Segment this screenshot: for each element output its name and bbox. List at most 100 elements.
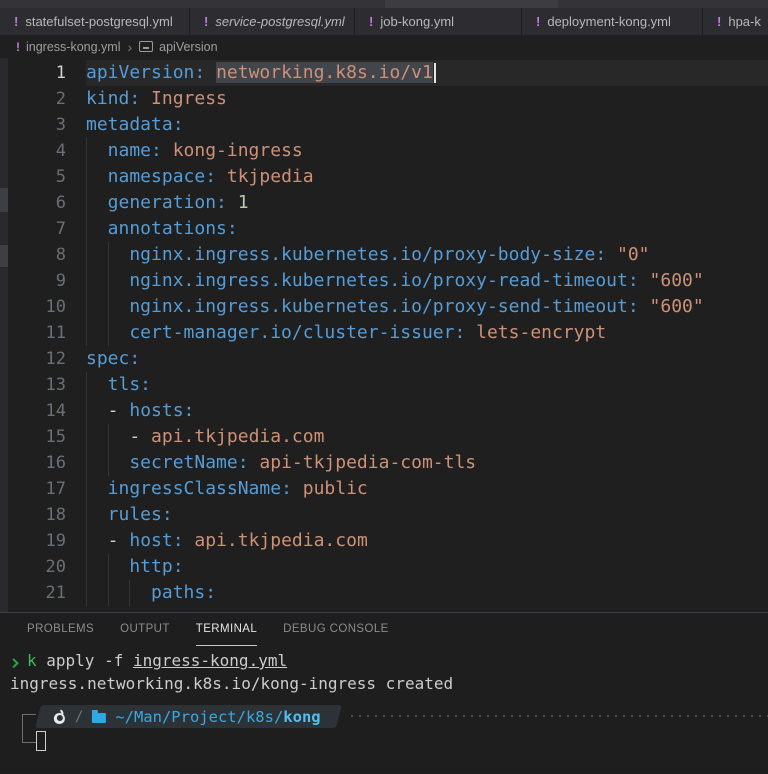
code-text: nginx.ingress.kubernetes.io/proxy-send-t… — [86, 294, 768, 320]
code-line[interactable]: 14- hosts: — [8, 398, 768, 424]
code-token: spec: — [86, 348, 141, 369]
prompt-chevron-icon — [8, 658, 19, 669]
apple-icon — [54, 708, 66, 723]
code-text: - hosts: — [86, 398, 768, 424]
code-line[interactable]: 19- host: api.tkjpedia.com — [8, 528, 768, 554]
line-number[interactable]: 14 — [8, 398, 86, 424]
line-number[interactable]: 19 — [8, 528, 86, 554]
line-number[interactable]: 7 — [8, 216, 86, 242]
line-number[interactable]: 21 — [8, 580, 86, 606]
editor-tab[interactable]: ! statefulset-postgresql.yml — [0, 8, 190, 35]
editor-tab[interactable]: ! deployment-kong.yml — [522, 8, 703, 35]
indent-guide — [86, 528, 108, 554]
indent-guide — [86, 450, 108, 476]
code-token: rules: — [107, 504, 173, 525]
code-line[interactable]: 9 nginx.ingress.kubernetes.io/proxy-read-… — [8, 268, 768, 294]
line-number[interactable]: 13 — [8, 372, 86, 398]
prompt-path-prefix: ~/Man/Project/k8s/ — [115, 707, 284, 725]
code-line[interactable]: 3 metadata: — [8, 112, 768, 138]
editor-tab[interactable]: ! job-kong.yml — [355, 8, 522, 35]
code-line[interactable]: 10 nginx.ingress.kubernetes.io/proxy-send… — [8, 294, 768, 320]
code-line[interactable]: 2 kind: Ingress — [8, 86, 768, 112]
yaml-warning-icon: ! — [717, 14, 722, 29]
terminal-prompt: / ~/Man/Project/k8s/kong — [10, 704, 768, 753]
line-number[interactable]: 11 — [8, 320, 86, 346]
line-number[interactable]: 15 — [8, 424, 86, 450]
line-number[interactable]: 12 — [8, 346, 86, 372]
code-line[interactable]: 11 cert-manager.io/cluster-issuer: lets-e… — [8, 320, 768, 346]
line-number[interactable]: 10 — [8, 294, 86, 320]
panel-tab-terminal[interactable]: TERMINAL — [195, 613, 258, 646]
code-area[interactable]: 1 apiVersion: networking.k8s.io/v1 2 kind: … — [8, 60, 768, 606]
panel-tab-debug-console[interactable]: DEBUG CONSOLE — [283, 613, 389, 646]
indent-guide — [107, 268, 130, 294]
sliver-block — [0, 245, 8, 267]
code-token: networking.k8s.io/v1 — [216, 62, 433, 83]
line-number[interactable]: 1 — [8, 60, 86, 86]
code-line[interactable]: 6 generation: 1 — [8, 190, 768, 216]
code-token: kind: — [86, 88, 141, 109]
editor-tab[interactable]: ! service-postgresql.yml — [190, 8, 355, 35]
code-token: annotations: — [107, 218, 238, 239]
panel-tabbar: PROBLEMS OUTPUT TERMINAL DEBUG CONSOLE — [0, 613, 768, 646]
code-text: http: — [86, 554, 768, 580]
indent-guide — [107, 580, 130, 606]
code-line[interactable]: 4 name: kong-ingress — [8, 138, 768, 164]
code-line[interactable]: 21 paths: — [8, 580, 768, 606]
code-token: ingressClassName: — [107, 478, 292, 499]
terminal-cursor[interactable] — [36, 730, 46, 751]
code-text: annotations: — [86, 216, 768, 242]
code-token: metadata: — [86, 114, 184, 135]
code-text: secretName: api-tkjpedia-com-tls — [86, 450, 768, 476]
indent-guide — [86, 164, 108, 190]
code-line[interactable]: 1 apiVersion: networking.k8s.io/v1 — [8, 60, 768, 86]
line-number[interactable]: 16 — [8, 450, 86, 476]
code-token: paths: — [151, 582, 217, 603]
code-text: - host: api.tkjpedia.com — [86, 528, 768, 554]
code-line[interactable]: 20 http: — [8, 554, 768, 580]
code-line[interactable]: 18 rules: — [8, 502, 768, 528]
breadcrumb-symbol[interactable]: apiVersion — [159, 40, 217, 54]
line-number[interactable]: 2 — [8, 86, 86, 112]
terminal[interactable]: k apply -f ingress-kong.yml ingress.netw… — [0, 646, 768, 753]
code-token: 1 — [226, 192, 249, 213]
code-line[interactable]: 7 annotations: — [8, 216, 768, 242]
line-number[interactable]: 6 — [8, 190, 86, 216]
line-number[interactable]: 4 — [8, 138, 86, 164]
titlebar-strip — [0, 0, 768, 8]
code-text: nginx.ingress.kubernetes.io/proxy-read-t… — [86, 268, 768, 294]
editor-tabbar: ! statefulset-postgresql.yml! service-post… — [0, 8, 768, 35]
line-number[interactable]: 5 — [8, 164, 86, 190]
line-number[interactable]: 3 — [8, 112, 86, 138]
indent-guide — [86, 216, 108, 242]
code-line[interactable]: 5 namespace: tkjpedia — [8, 164, 768, 190]
line-number[interactable]: 20 — [8, 554, 86, 580]
command-token: k — [27, 651, 37, 670]
code-line[interactable]: 13 tls: — [8, 372, 768, 398]
code-text: spec: — [86, 346, 768, 372]
line-number[interactable]: 18 — [8, 502, 86, 528]
code-line[interactable]: 17 ingressClassName: public — [8, 476, 768, 502]
indent-guide — [107, 424, 130, 450]
editor-tab[interactable]: ! hpa-k — [703, 8, 768, 35]
indent-guide — [86, 554, 108, 580]
panel: PROBLEMS OUTPUT TERMINAL DEBUG CONSOLE k ap… — [0, 612, 768, 773]
code-line[interactable]: 16 secretName: api-tkjpedia-com-tls — [8, 450, 768, 476]
code-line[interactable]: 12 spec: — [8, 346, 768, 372]
line-number[interactable]: 8 — [8, 242, 86, 268]
breadcrumb-file[interactable]: ingress-kong.yml — [26, 40, 120, 54]
line-number[interactable]: 17 — [8, 476, 86, 502]
chevron-right-icon: › — [127, 38, 133, 55]
code-text: paths: — [86, 580, 768, 606]
left-sliver — [0, 58, 8, 612]
code-token: - — [129, 426, 152, 447]
panel-tab-output[interactable]: OUTPUT — [120, 613, 170, 646]
indent-guide — [86, 294, 108, 320]
yaml-warning-icon: ! — [14, 14, 19, 29]
line-number[interactable]: 9 — [8, 268, 86, 294]
panel-tab-problems[interactable]: PROBLEMS — [27, 613, 94, 646]
indent-guide — [86, 138, 108, 164]
code-text: rules: — [86, 502, 768, 528]
code-line[interactable]: 15- api.tkjpedia.com — [8, 424, 768, 450]
code-line[interactable]: 8 nginx.ingress.kubernetes.io/proxy-body-… — [8, 242, 768, 268]
